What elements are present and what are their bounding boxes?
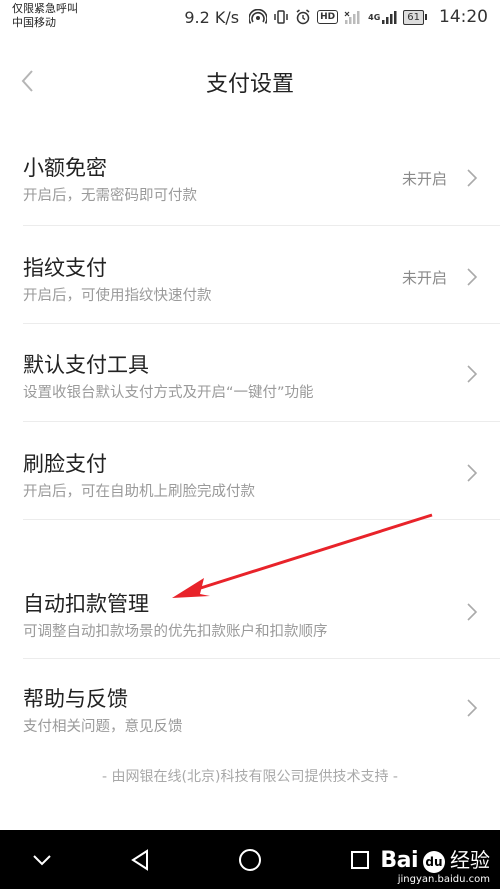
nav-hide-button[interactable] [25,844,59,876]
setting-title: 刷脸支付 [23,452,107,476]
signal-icon-sim1 [344,9,362,25]
chevron-down-icon [33,855,51,866]
setting-row-small-amount-no-password[interactable]: 小额免密 开启后，无需密码即可付款 未开启 [23,128,500,226]
triangle-back-icon [131,849,148,871]
battery-icon: 61 [403,9,427,25]
carrier-emergency-text: 仅限紧急呼叫 [12,2,78,15]
setting-title: 默认支付工具 [23,353,149,377]
network-type: 4G [368,12,381,22]
setting-row-default-payment-tool[interactable]: 默认支付工具 设置收银台默认支付方式及开启“一键付”功能 [23,324,500,422]
watermark-text: 经验 [450,848,490,872]
setting-subtitle: 开启后，可在自助机上刷脸完成付款 [23,484,255,500]
page-title: 支付设置 [205,72,294,97]
circle-home-icon [239,849,261,871]
chevron-right-icon [467,365,478,383]
setting-subtitle: 设置收银台默认支付方式及开启“一键付”功能 [23,385,314,401]
setting-status: 未开启 [401,170,447,188]
chevron-right-icon [467,603,478,621]
chevron-right-icon [467,464,478,482]
status-icons: 9.2 K/s HD 4G 61 14:20 [184,6,488,28]
watermark-url: jingyan.baidu.com [397,874,490,885]
chevron-right-icon [467,169,478,187]
setting-row-help-feedback[interactable]: 帮助与反馈 支付相关问题，意见反馈 [23,659,500,756]
alarm-icon [295,9,311,25]
battery-level: 61 [403,9,424,25]
network-speed: 9.2 K/s [184,7,240,27]
setting-title: 指纹支付 [23,256,107,280]
carrier-name: 中国移动 [12,16,56,29]
nav-recents-button[interactable] [343,844,377,876]
hd-voice-icon: HD [317,10,339,24]
baidu-jingyan-watermark: Bai du 经验 [380,844,490,873]
signal-icon-4g: 4G [368,9,397,25]
watermark-logo: Bai [380,848,418,873]
setting-subtitle: 开启后，无需密码即可付款 [23,188,197,204]
chevron-right-icon [467,268,478,286]
setting-status: 未开启 [401,269,447,287]
setting-row-fingerprint-pay[interactable]: 指纹支付 开启后，可使用指纹快速付款 未开启 [23,226,500,324]
page-header: 支付设置 [0,56,500,106]
hotspot-icon [249,9,268,25]
chevron-right-icon [467,699,478,717]
setting-row-auto-debit-management[interactable]: 自动扣款管理 可调整自动扣款场景的优先扣款账户和扣款顺序 [23,520,500,659]
paw-icon: du [423,851,445,873]
provider-note: - 由网银在线(北京)科技有限公司提供技术支持 - [102,769,398,785]
settings-list: 小额免密 开启后，无需密码即可付款 未开启 指纹支付 开启后，可使用指纹快速付款… [0,128,500,756]
setting-subtitle: 支付相关问题，意见反馈 [23,719,183,735]
setting-title: 自动扣款管理 [23,592,149,616]
status-bar: 仅限紧急呼叫 中国移动 9.2 K/s HD 4G 61 14:20 [0,0,500,38]
carrier-info: 仅限紧急呼叫 中国移动 [12,2,78,30]
clock: 14:20 [439,7,488,27]
nav-back-button[interactable] [123,844,157,876]
nav-home-button[interactable] [233,844,267,876]
square-recents-icon [351,851,369,869]
setting-subtitle: 开启后，可使用指纹快速付款 [23,288,212,304]
setting-title: 小额免密 [23,156,107,180]
setting-title: 帮助与反馈 [23,687,128,711]
system-navigation-bar: Bai du 经验 jingyan.baidu.com [0,830,500,889]
setting-row-face-pay[interactable]: 刷脸支付 开启后，可在自助机上刷脸完成付款 [23,422,500,520]
setting-subtitle: 可调整自动扣款场景的优先扣款账户和扣款顺序 [23,624,328,640]
vibrate-icon [273,9,289,25]
